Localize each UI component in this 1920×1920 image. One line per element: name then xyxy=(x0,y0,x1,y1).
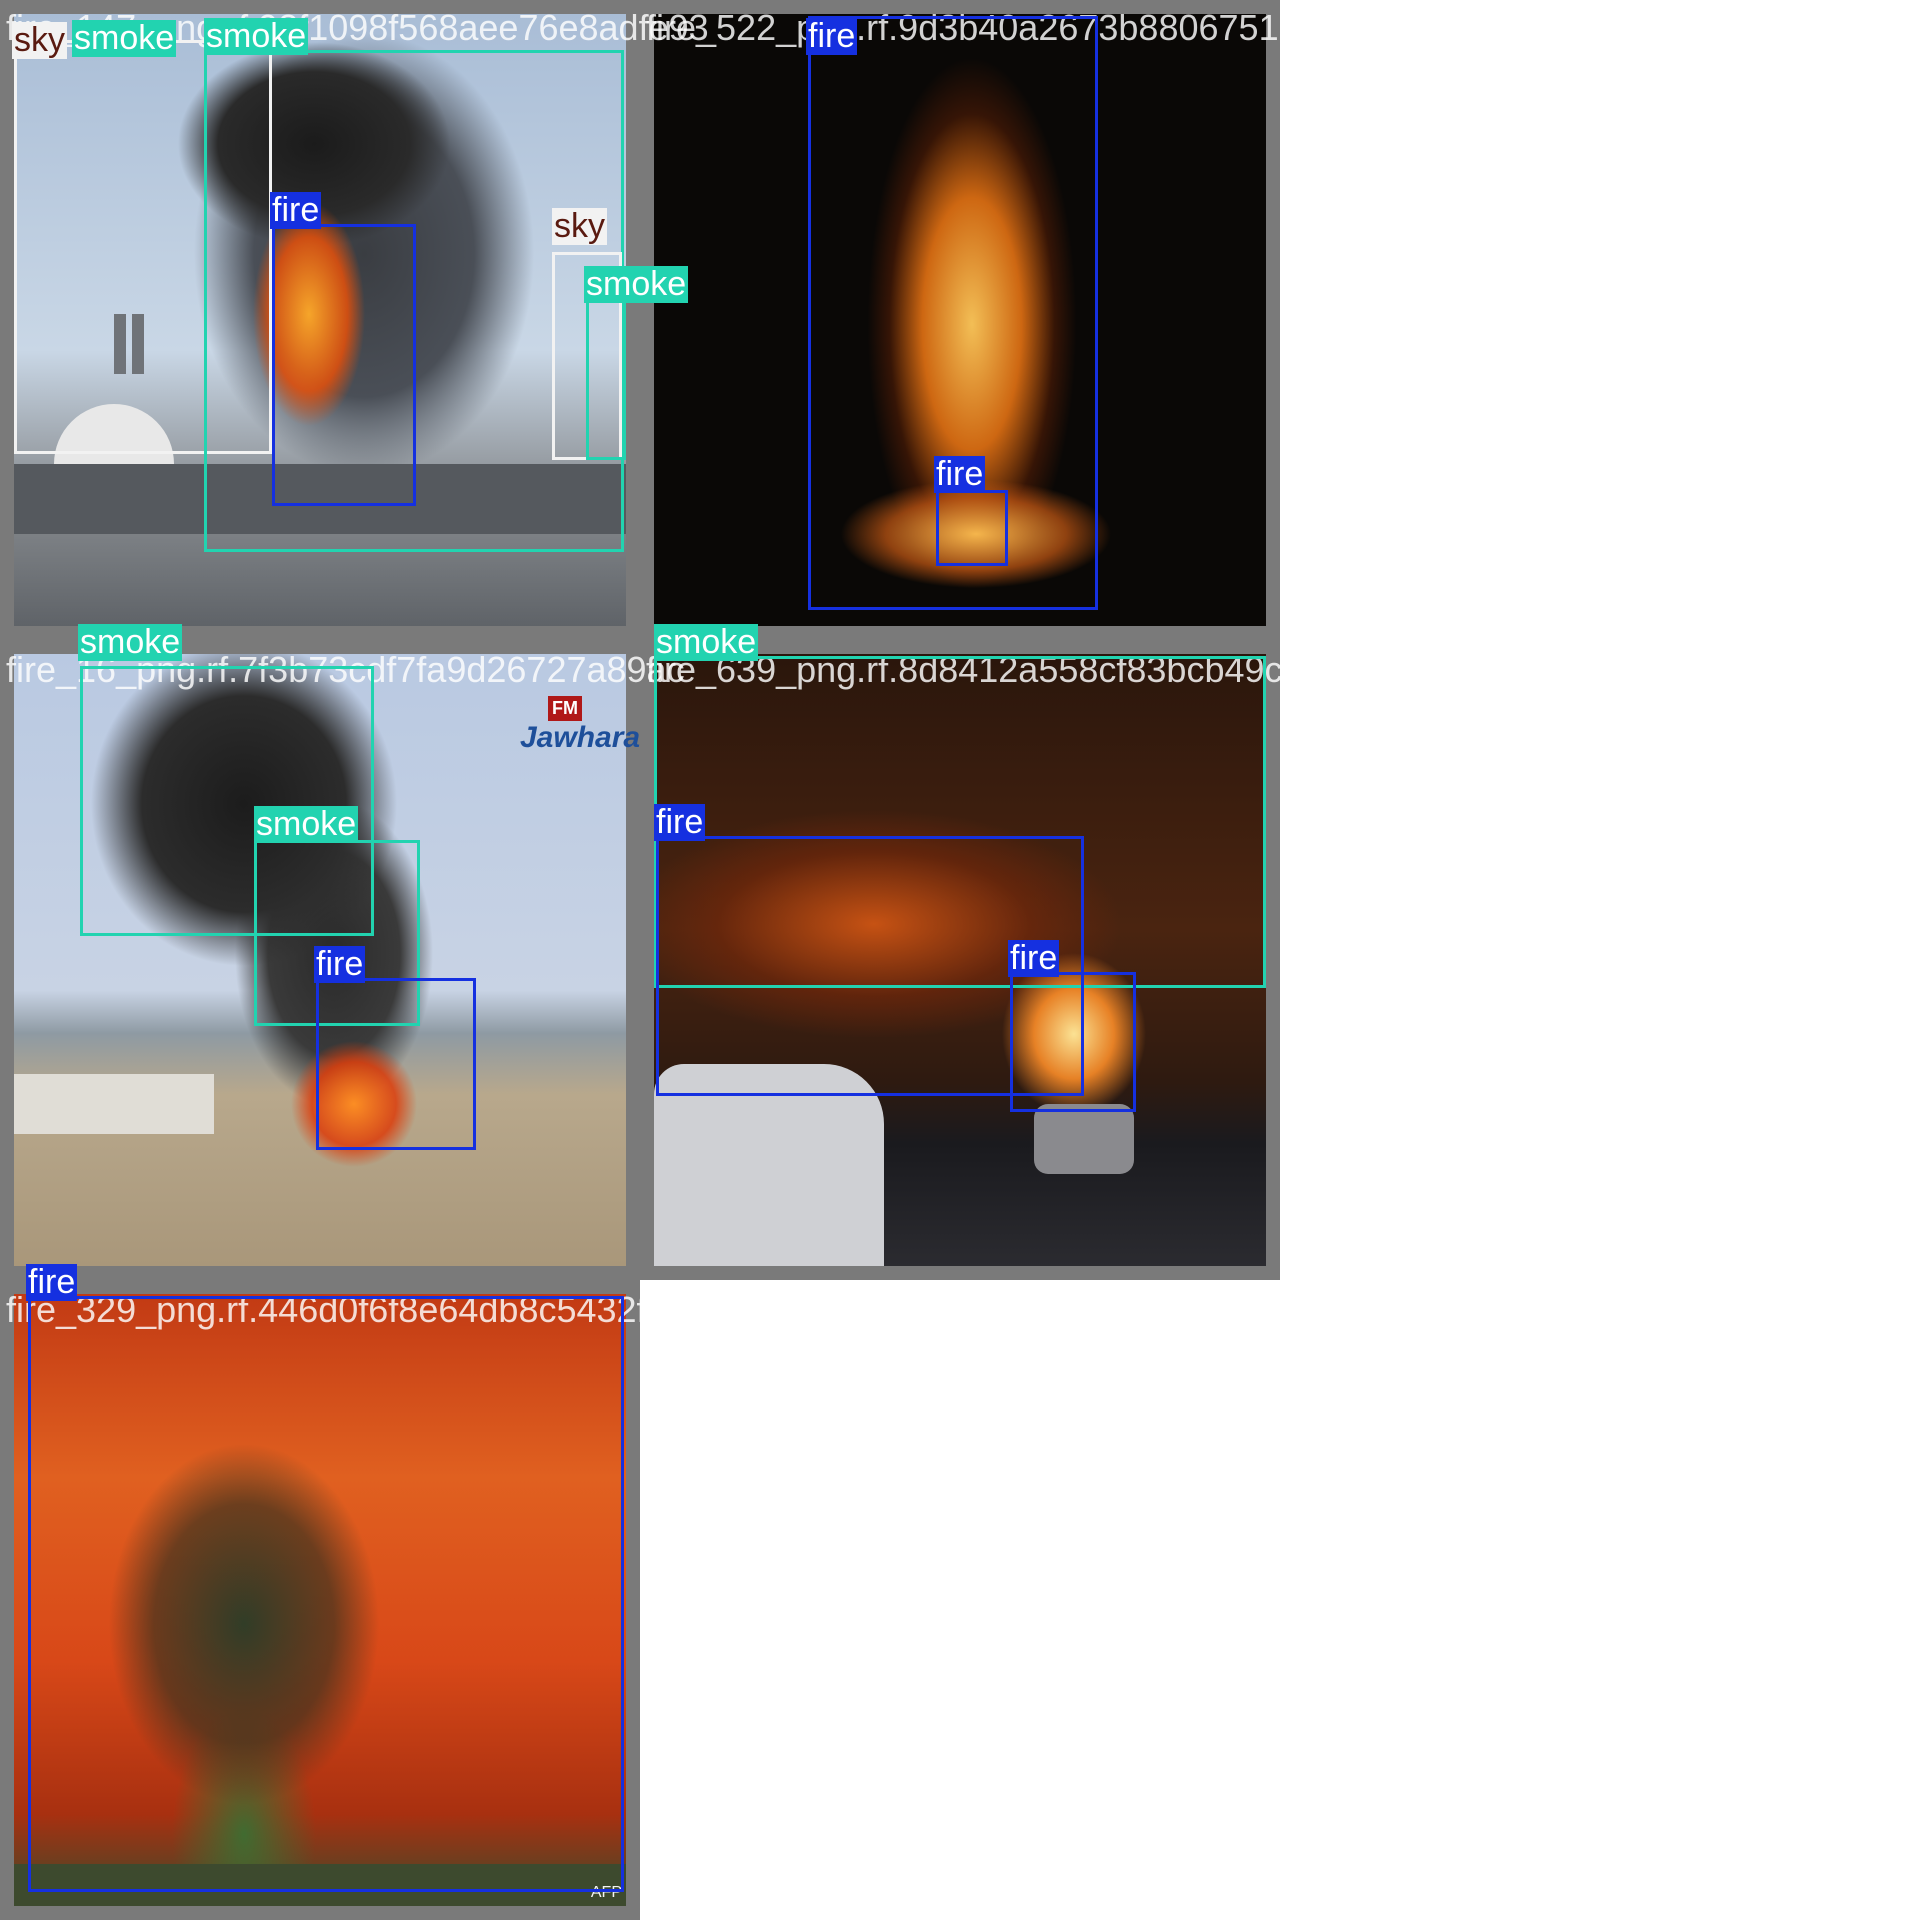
label-smoke: smoke xyxy=(204,17,309,55)
label-fire: fire xyxy=(1008,939,1060,977)
jawhara-fm-logo: FM Jawhara xyxy=(520,696,641,755)
detection-tile-5: AFP fire_329_png.rf.446d0f6f8e64db8c5432… xyxy=(0,1264,707,1920)
bbox-fire xyxy=(1010,972,1136,1112)
label-smoke: smoke xyxy=(72,19,177,57)
label-fire: fire xyxy=(806,17,858,55)
bbox-fire xyxy=(936,490,1008,566)
label-sky: sky xyxy=(552,207,607,245)
label-fire: fire xyxy=(314,945,366,983)
label-smoke: smoke xyxy=(584,265,689,303)
detection-tile-3: fire_16_png.rf.7f3b73cdf7fa9d26727a89ac … xyxy=(0,624,685,1280)
label-smoke: smoke xyxy=(654,623,759,661)
detection-tile-2: fire_522_png.rf.9d3b40a2673b8806751b0542… xyxy=(640,0,1379,640)
label-smoke: smoke xyxy=(254,805,359,843)
bbox-fire xyxy=(316,978,476,1150)
label-fire: fire xyxy=(654,803,706,841)
label-fire: fire xyxy=(934,455,986,493)
detection-tile-4: fire_639_png.rf.8d8412a558cf83bcb49cb3da… xyxy=(640,624,1363,1280)
watermark-jawhara: Jawhara xyxy=(520,721,641,754)
bbox-fire xyxy=(28,1296,624,1892)
bbox-smoke xyxy=(586,300,626,460)
label-sky: sky xyxy=(12,21,67,59)
label-fire: fire xyxy=(26,1263,78,1301)
bbox-fire xyxy=(272,224,416,506)
watermark-fm: FM xyxy=(548,696,582,721)
label-smoke: smoke xyxy=(78,623,183,661)
label-fire: fire xyxy=(270,191,322,229)
detection-tile-1: fire_147_png.rf.98f1098f568aee76e8adfe93… xyxy=(0,0,709,640)
